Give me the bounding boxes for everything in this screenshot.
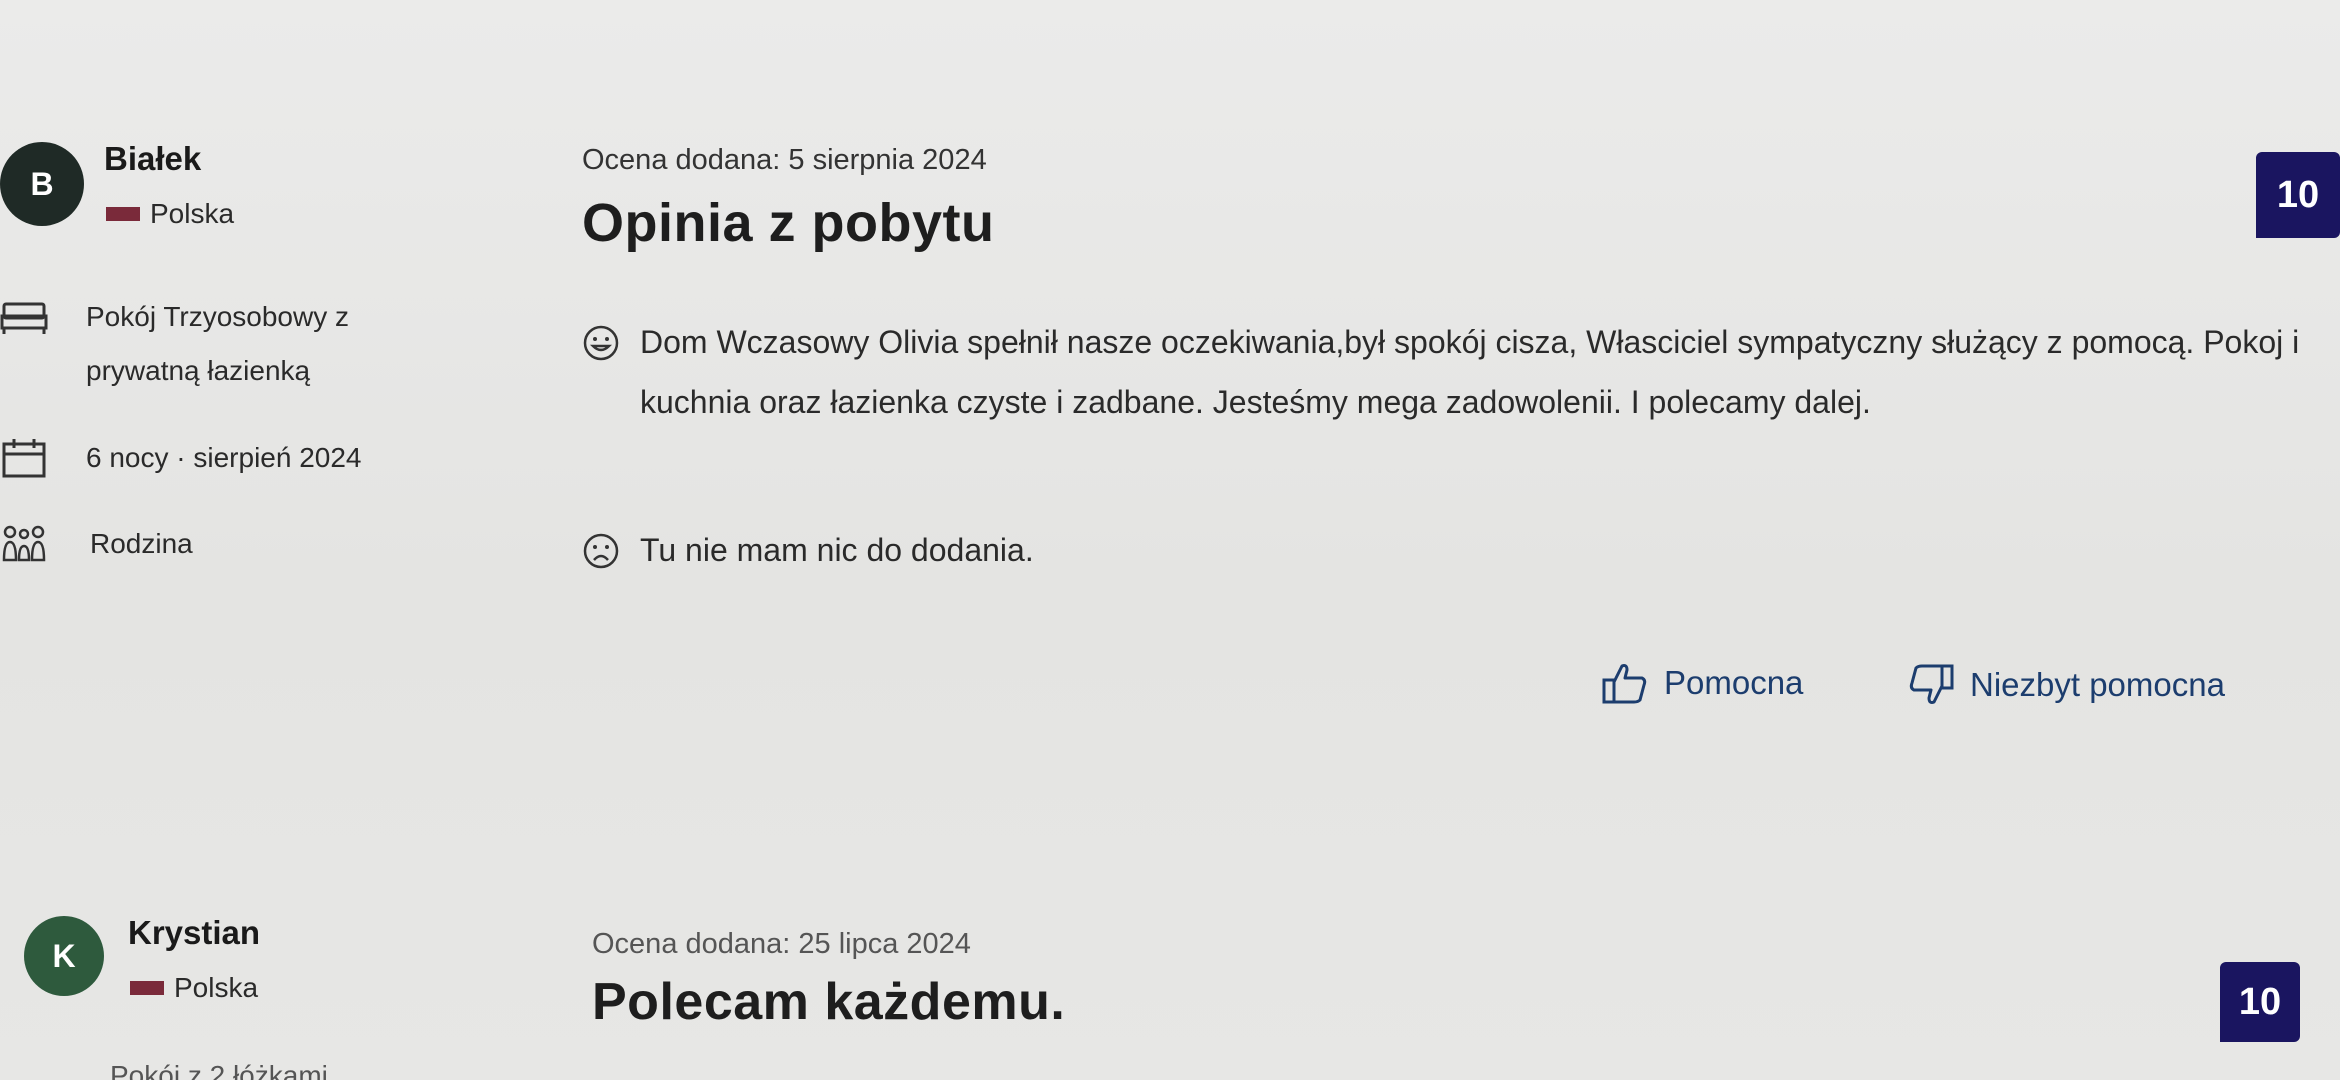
review-negative: Tu nie mam nic do dodania. xyxy=(582,520,2320,580)
country-label: Polska xyxy=(174,972,259,1003)
family-icon xyxy=(2,525,46,562)
review-date: Ocena dodana: 25 lipca 2024 xyxy=(592,928,971,960)
smile-icon xyxy=(583,325,619,361)
traveler-type: Rodzina xyxy=(0,518,193,570)
avatar: B xyxy=(0,142,84,226)
room-type-line1: Pokój Trzyosobowy z xyxy=(86,301,349,332)
reviewer-name: Krystian xyxy=(128,914,261,951)
thumbs-up-icon xyxy=(1602,664,1647,704)
avatar: K xyxy=(24,916,104,996)
room-type-label: Pokój z 2 łóżkami xyxy=(110,1060,328,1080)
stay-duration: 6 nocy · sierpień 2024 xyxy=(0,432,362,484)
reviews-page: B Białek Polska Pokój Trzyosobowy z pryw… xyxy=(0,0,2340,1080)
frown-icon xyxy=(583,533,619,569)
review-title: Polecam każdemu. xyxy=(592,973,1066,1031)
not-helpful-button[interactable]: Niezbyt pomocna xyxy=(1906,660,2225,710)
traveler-label: Rodzina xyxy=(90,528,193,559)
review-title: Opinia z pobytu xyxy=(582,193,995,253)
reviewer-country: Polska xyxy=(130,972,258,1004)
review-date: Ocena dodana: 5 sierpnia 2024 xyxy=(582,144,987,176)
avatar-letter: B xyxy=(30,165,54,202)
review-positive: Dom Wczasowy Olivia spełnił nasze oczeki… xyxy=(582,312,2320,432)
stay-label: 6 nocy · sierpień 2024 xyxy=(86,442,362,473)
bed-icon xyxy=(0,302,48,334)
calendar-icon xyxy=(2,439,46,478)
thumbs-down-icon xyxy=(1909,664,1954,704)
country-label: Polska xyxy=(150,198,235,229)
reviewer-name: Białek xyxy=(104,140,202,177)
flag-icon xyxy=(130,981,164,995)
room-type-line2: prywatną łazienką xyxy=(86,355,311,386)
flag-icon xyxy=(106,207,140,221)
helpful-button[interactable]: Pomocna xyxy=(1600,658,1803,708)
room-type-partial: Pokój z 2 łóżkami xyxy=(110,1050,328,1080)
helpful-label: Pomocna xyxy=(1664,664,1804,701)
review-score: 10 xyxy=(2256,152,2340,238)
avatar-letter: K xyxy=(52,937,76,974)
reviewer-country: Polska xyxy=(106,198,234,230)
negative-text: Tu nie mam nic do dodania. xyxy=(640,532,1034,568)
not-helpful-label: Niezbyt pomocna xyxy=(1970,666,2225,703)
room-type: Pokój Trzyosobowy z prywatną łazienką xyxy=(0,290,420,398)
positive-text: Dom Wczasowy Olivia spełnił nasze oczeki… xyxy=(640,324,2300,420)
review-score: 10 xyxy=(2220,962,2300,1042)
